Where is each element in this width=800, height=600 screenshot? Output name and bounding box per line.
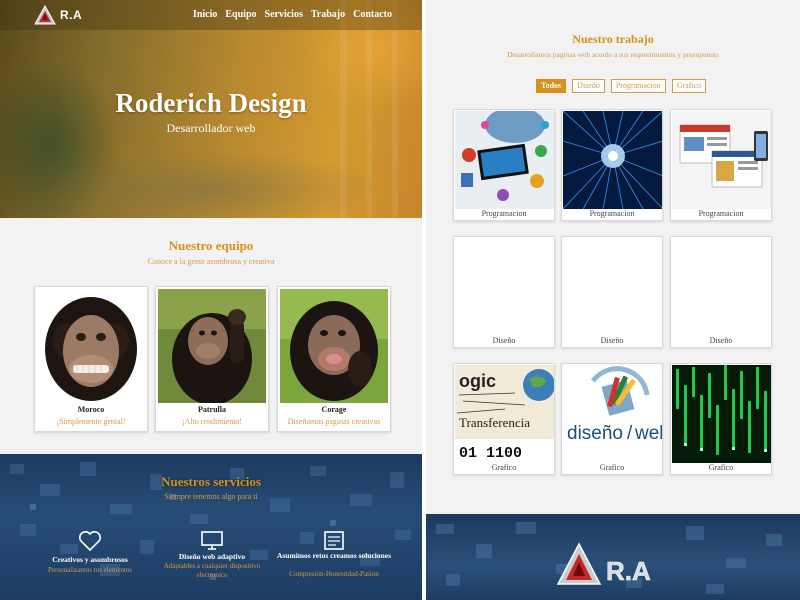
thumb-diseno-text: diseño xyxy=(567,423,623,444)
portfolio-item[interactable]: Diseño xyxy=(561,236,663,348)
team-photo-chimp xyxy=(37,289,145,403)
portfolio-item-label: Diseño xyxy=(600,336,624,345)
nav-item-inicio[interactable]: Inicio xyxy=(193,9,217,20)
team-card[interactable]: Corage Diseñamos paginas creativas xyxy=(277,286,391,432)
service-description: Adaptables a cualquier dispositivo elect… xyxy=(163,562,261,579)
service-description: Personalizamos tus elementos xyxy=(48,566,132,574)
thumb-logic-text: ogic xyxy=(459,371,496,391)
portfolio-item-label: Grafico xyxy=(491,463,517,472)
portfolio-filters: Todos Diseño Programacion Grafico xyxy=(536,79,707,93)
thumb-web-screens xyxy=(672,111,771,209)
services-subtitle: Siempre tenemos algo para ti xyxy=(164,492,258,501)
team-title: Nuestro equipo xyxy=(168,238,254,253)
newspaper-icon xyxy=(322,530,346,552)
nav-item-trabajo[interactable]: Trabajo xyxy=(311,9,345,20)
portfolio-item-label: Diseño xyxy=(709,336,733,345)
team-member-name: Moroco xyxy=(77,405,105,414)
team-member-role: ¡Alto rendimiento! xyxy=(181,417,243,426)
portfolio-item[interactable]: diseño / web Grafico xyxy=(561,363,663,475)
work-subtitle: Desarrollamos paginas web acorde a sus r… xyxy=(507,50,719,59)
portfolio-item[interactable]: Programacion xyxy=(670,109,772,221)
thumb-data-tunnel xyxy=(563,111,662,209)
navbar: R.A Inicio Equipo Servicios Trabajo Cont… xyxy=(0,0,422,30)
work-title: Nuestro trabajo xyxy=(572,32,654,46)
heart-icon xyxy=(78,530,102,552)
thumb-web-text: web xyxy=(634,423,663,444)
portfolio-item-label: Grafico xyxy=(708,463,734,472)
thumb-matrix-code xyxy=(672,365,771,463)
service-name: Asumimos retos creamos soluciones xyxy=(276,551,392,560)
footer-logo[interactable]: R.A xyxy=(554,540,674,590)
thumb-diseno-web: diseño / web xyxy=(563,365,663,463)
nav-menu: Inicio Equipo Servicios Trabajo Contacto xyxy=(193,9,392,20)
filter-grafico[interactable]: Grafico xyxy=(671,79,707,93)
thumb-blank xyxy=(563,238,662,336)
service-description: Compresión-Honestidad-Pasion xyxy=(289,570,379,578)
portfolio-item-label: Grafico xyxy=(599,463,625,472)
thumb-binary-text: 01 1100 xyxy=(459,445,522,462)
portfolio-item[interactable]: Diseño xyxy=(453,236,555,348)
portfolio-item[interactable]: Programacion xyxy=(453,109,555,221)
portfolio-item-label: Programacion xyxy=(481,209,527,218)
hero-title: Roderich Design xyxy=(115,88,307,118)
thumb-transfer-text: Transferencia xyxy=(459,415,530,430)
thumb-blank xyxy=(455,238,554,336)
svg-text:/: / xyxy=(627,423,633,444)
portfolio-item[interactable]: Grafico xyxy=(670,363,772,475)
page: R.A Inicio Equipo Servicios Trabajo Cont… xyxy=(0,0,800,600)
portfolio-item-label: Programacion xyxy=(698,209,744,218)
portfolio-item[interactable]: ogic Transferencia 01 1100 Grafico xyxy=(453,363,555,475)
thumb-logic-transfer: ogic Transferencia 01 1100 xyxy=(455,365,554,463)
team-member-name: Corage xyxy=(321,405,347,414)
portfolio-item-label: Programacion xyxy=(589,209,635,218)
service-name: Diseño web adaptivo xyxy=(178,552,246,561)
nav-item-equipo[interactable]: Equipo xyxy=(225,9,256,20)
portfolio-item[interactable]: Programacion xyxy=(561,109,663,221)
team-subtitle: Conoce a la gente asombrosa y creativa xyxy=(147,257,275,266)
service-name: Creativos y asombrosos xyxy=(52,555,128,564)
portfolio-item[interactable]: Diseño xyxy=(670,236,772,348)
footer-logo-text: R.A xyxy=(606,556,651,586)
hero-subtitle: Desarrollador web xyxy=(166,121,256,135)
nav-item-servicios[interactable]: Servicios xyxy=(265,9,303,20)
thumb-blank xyxy=(672,238,771,336)
team-member-role: ¡Simplemente genial! xyxy=(56,417,126,426)
left-page-preview: R.A Inicio Equipo Servicios Trabajo Cont… xyxy=(0,0,422,600)
right-page-preview: Nuestro trabajo Desarrollamos paginas we… xyxy=(426,0,800,600)
logo-text: R.A xyxy=(60,8,83,22)
team-card[interactable]: Moroco ¡Simplemente genial! xyxy=(34,286,148,432)
triangle-logo-icon xyxy=(34,5,56,25)
hero-section: R.A Inicio Equipo Servicios Trabajo Cont… xyxy=(0,0,422,218)
team-member-name: Patrulla xyxy=(198,405,226,414)
filter-todos[interactable]: Todos xyxy=(536,79,567,93)
footer: R.A xyxy=(426,514,800,600)
team-member-role: Diseñamos paginas creativas xyxy=(287,417,381,426)
team-photo-chimp xyxy=(280,289,388,403)
nav-item-contacto[interactable]: Contacto xyxy=(353,9,392,20)
filter-diseno[interactable]: Diseño xyxy=(572,79,605,93)
services-title: Nuestros servicios xyxy=(161,474,261,489)
logo[interactable]: R.A xyxy=(34,3,104,27)
team-card[interactable]: Patrulla ¡Alto rendimiento! xyxy=(155,286,269,432)
team-photo-chimp xyxy=(158,289,266,403)
filter-programacion[interactable]: Programacion xyxy=(610,79,666,93)
thumb-tech-collage xyxy=(455,111,554,209)
portfolio-item-label: Diseño xyxy=(492,336,516,345)
monitor-icon xyxy=(200,530,224,552)
